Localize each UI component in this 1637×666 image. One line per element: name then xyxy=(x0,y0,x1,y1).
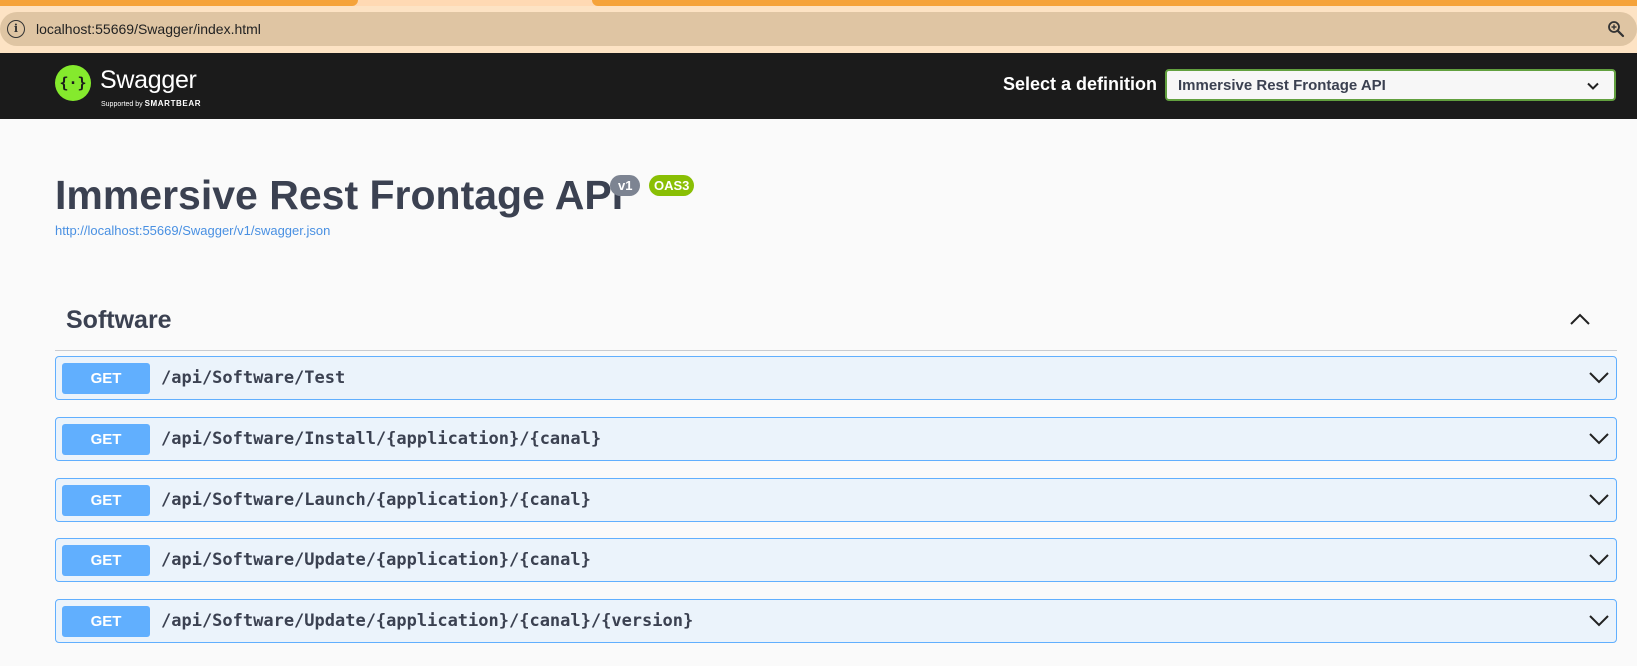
browser-address-bar: i localhost:55669/Swagger/index.html xyxy=(0,6,1637,53)
operation-block[interactable]: GET /api/Software/Update/{application}/{… xyxy=(55,599,1617,643)
operation-path: /api/Software/Install/{application}/{can… xyxy=(161,429,602,449)
chevron-down-icon[interactable] xyxy=(1588,614,1610,628)
chevron-down-icon[interactable] xyxy=(1588,493,1610,507)
zoom-icon[interactable] xyxy=(1607,20,1625,38)
chevron-down-icon[interactable] xyxy=(1588,432,1610,446)
method-badge: GET xyxy=(62,424,150,455)
operation-path: /api/Software/Update/{application}/{cana… xyxy=(161,550,591,570)
svg-text:{·}: {·} xyxy=(59,74,86,92)
operation-block[interactable]: GET /api/Software/Update/{application}/{… xyxy=(55,538,1617,582)
operation-block[interactable]: GET /api/Software/Launch/{application}/{… xyxy=(55,478,1617,522)
chevron-down-icon[interactable] xyxy=(1588,553,1610,567)
url-field[interactable]: i localhost:55669/Swagger/index.html xyxy=(0,12,1637,46)
method-badge: GET xyxy=(62,485,150,516)
swagger-topbar: {·} Swagger Supported by SMARTBEAR Selec… xyxy=(0,53,1637,119)
swagger-logo-subtitle: Supported by SMARTBEAR xyxy=(101,99,202,108)
tag-header-software[interactable]: Software xyxy=(55,298,1617,351)
definition-label: Select a definition xyxy=(1003,74,1158,94)
operation-block[interactable]: GET /api/Software/Install/{application}/… xyxy=(55,417,1617,461)
definition-select[interactable]: Immersive Rest Frontage API xyxy=(1165,69,1616,101)
chevron-up-icon[interactable] xyxy=(1569,312,1591,326)
operation-path: /api/Software/Launch/{application}/{cana… xyxy=(161,490,591,510)
operation-path: /api/Software/Update/{application}/{cana… xyxy=(161,611,694,631)
operation-block[interactable]: GET /api/Software/Test xyxy=(55,356,1617,400)
method-badge: GET xyxy=(62,363,150,394)
definition-selected-value: Immersive Rest Frontage API xyxy=(1178,77,1386,94)
api-title: Immersive Rest Frontage API xyxy=(55,172,624,218)
version-badge: v1 xyxy=(610,175,641,196)
chevron-down-icon xyxy=(1587,82,1599,90)
method-badge: GET xyxy=(62,606,150,637)
tag-name: Software xyxy=(66,306,172,334)
swagger-logo-icon[interactable]: {·} xyxy=(54,64,92,102)
spec-json-link[interactable]: http://localhost:55669/Swagger/v1/swagge… xyxy=(55,223,330,238)
chevron-down-icon[interactable] xyxy=(1588,371,1610,385)
operation-path: /api/Software/Test xyxy=(161,368,346,388)
oas-badge: OAS3 xyxy=(649,175,695,196)
swagger-logo-name: Swagger xyxy=(100,66,197,94)
site-info-icon[interactable]: i xyxy=(7,20,25,38)
method-badge: GET xyxy=(62,545,150,576)
url-text[interactable]: localhost:55669/Swagger/index.html xyxy=(36,21,261,37)
